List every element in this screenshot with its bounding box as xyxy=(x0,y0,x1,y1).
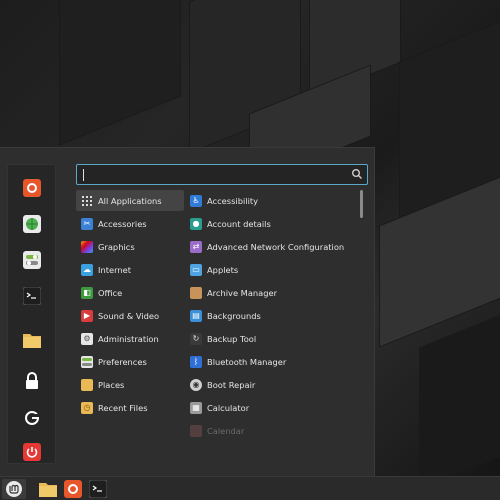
firefox-icon xyxy=(64,480,82,498)
administration-icon: ⚙ xyxy=(81,332,93,345)
accessories-icon: ✂ xyxy=(81,217,93,230)
category-label: Preferences xyxy=(98,356,147,367)
app-label: Applets xyxy=(207,264,239,275)
network-config-icon: ⇄ xyxy=(190,240,202,253)
category-label: Internet xyxy=(98,264,131,275)
category-label: Office xyxy=(98,287,123,298)
taskbar-firefox-launcher[interactable] xyxy=(61,479,85,499)
menu-button[interactable] xyxy=(2,479,26,499)
category-all-applications[interactable]: All Applications xyxy=(76,190,184,211)
terminal-icon xyxy=(89,480,107,498)
backup-tool-icon: ↻ xyxy=(190,332,202,345)
app-calculator[interactable]: ▦ Calculator xyxy=(187,397,357,418)
sidebar-favorite-terminal[interactable] xyxy=(21,285,43,307)
sidebar-logout[interactable] xyxy=(21,407,43,429)
graphics-icon xyxy=(81,240,93,253)
calculator-icon: ▦ xyxy=(190,401,202,414)
lock-icon xyxy=(26,372,38,389)
boot-repair-icon: ◉ xyxy=(190,378,202,391)
archive-manager-icon xyxy=(190,286,202,299)
sidebar-shutdown[interactable] xyxy=(21,441,43,463)
sidebar-favorite-settings[interactable] xyxy=(21,249,43,271)
sidebar-favorite-files[interactable] xyxy=(21,329,43,351)
app-boot-repair[interactable]: ◉ Boot Repair xyxy=(187,374,357,395)
firefox-icon xyxy=(23,179,41,197)
category-label: Recent Files xyxy=(98,402,148,413)
category-recent-files[interactable]: ◷ Recent Files xyxy=(76,397,184,418)
category-sound-video[interactable]: ▶ Sound & Video xyxy=(76,305,184,326)
power-icon xyxy=(23,443,41,461)
category-preferences[interactable]: Preferences xyxy=(76,351,184,372)
bluetooth-icon: ᛒ xyxy=(190,355,202,368)
sound-video-icon: ▶ xyxy=(81,309,93,322)
category-label: Administration xyxy=(98,333,159,344)
taskbar xyxy=(0,476,500,500)
search-input[interactable] xyxy=(76,164,368,185)
applets-icon: ▭ xyxy=(190,263,202,276)
grid-icon xyxy=(81,195,93,207)
category-label: All Applications xyxy=(98,195,162,206)
category-accessories[interactable]: ✂ Accessories xyxy=(76,213,184,234)
app-label: Archive Manager xyxy=(207,287,278,298)
app-label: Calendar xyxy=(207,425,245,436)
taskbar-terminal-launcher[interactable] xyxy=(86,479,110,499)
category-internet[interactable]: ☁ Internet xyxy=(76,259,184,280)
app-backgrounds[interactable]: ▤ Backgrounds xyxy=(187,305,357,326)
folder-icon xyxy=(23,334,41,348)
calendar-icon xyxy=(190,424,202,437)
app-label: Account details xyxy=(207,218,271,229)
app-label: Backgrounds xyxy=(207,310,261,321)
mint-menu-icon xyxy=(6,481,22,497)
account-details-icon: ● xyxy=(190,217,202,230)
category-label: Sound & Video xyxy=(98,310,160,321)
category-administration[interactable]: ⚙ Administration xyxy=(76,328,184,349)
backgrounds-icon: ▤ xyxy=(190,309,202,322)
app-calendar[interactable]: Calendar xyxy=(187,420,357,441)
app-label: Boot Repair xyxy=(207,379,256,390)
category-label: Places xyxy=(98,379,125,390)
terminal-icon xyxy=(23,287,41,305)
software-manager-icon xyxy=(23,215,41,233)
app-label: Backup Tool xyxy=(207,333,257,344)
logout-icon xyxy=(25,411,41,425)
sidebar-lock-screen[interactable] xyxy=(21,370,43,392)
category-label: Accessories xyxy=(98,218,147,229)
app-accessibility[interactable]: ♿ Accessibility xyxy=(187,190,357,211)
preferences-icon xyxy=(81,355,93,368)
app-list-scrollbar[interactable] xyxy=(360,190,363,218)
category-places[interactable]: Places xyxy=(76,374,184,395)
taskbar-files-launcher[interactable] xyxy=(36,479,60,499)
favorites-sidebar xyxy=(7,164,56,464)
settings-icon xyxy=(23,251,41,269)
folder-icon xyxy=(39,483,57,497)
search-field[interactable] xyxy=(85,167,345,182)
app-bluetooth-manager[interactable]: ᛒ Bluetooth Manager xyxy=(187,351,357,372)
application-menu: All Applications ✂ Accessories Graphics … xyxy=(0,147,375,476)
accessibility-icon: ♿ xyxy=(190,194,202,207)
app-label: Bluetooth Manager xyxy=(207,356,287,367)
app-applets[interactable]: ▭ Applets xyxy=(187,259,357,280)
search-icon xyxy=(352,169,362,179)
category-label: Graphics xyxy=(98,241,135,252)
app-label: Accessibility xyxy=(207,195,259,206)
office-icon: ◧ xyxy=(81,286,93,299)
app-label: Advanced Network Configuration xyxy=(207,241,345,252)
app-label: Calculator xyxy=(207,402,250,413)
sidebar-favorite-firefox[interactable] xyxy=(21,177,43,199)
places-folder-icon xyxy=(81,378,93,391)
category-graphics[interactable]: Graphics xyxy=(76,236,184,257)
app-account-details[interactable]: ● Account details xyxy=(187,213,357,234)
sidebar-favorite-software-manager[interactable] xyxy=(21,213,43,235)
category-office[interactable]: ◧ Office xyxy=(76,282,184,303)
internet-icon: ☁ xyxy=(81,263,93,276)
app-advanced-network-configuration[interactable]: ⇄ Advanced Network Configuration xyxy=(187,236,357,257)
recent-files-icon: ◷ xyxy=(81,401,93,414)
app-archive-manager[interactable]: Archive Manager xyxy=(187,282,357,303)
text-cursor xyxy=(83,169,84,181)
app-backup-tool[interactable]: ↻ Backup Tool xyxy=(187,328,357,349)
